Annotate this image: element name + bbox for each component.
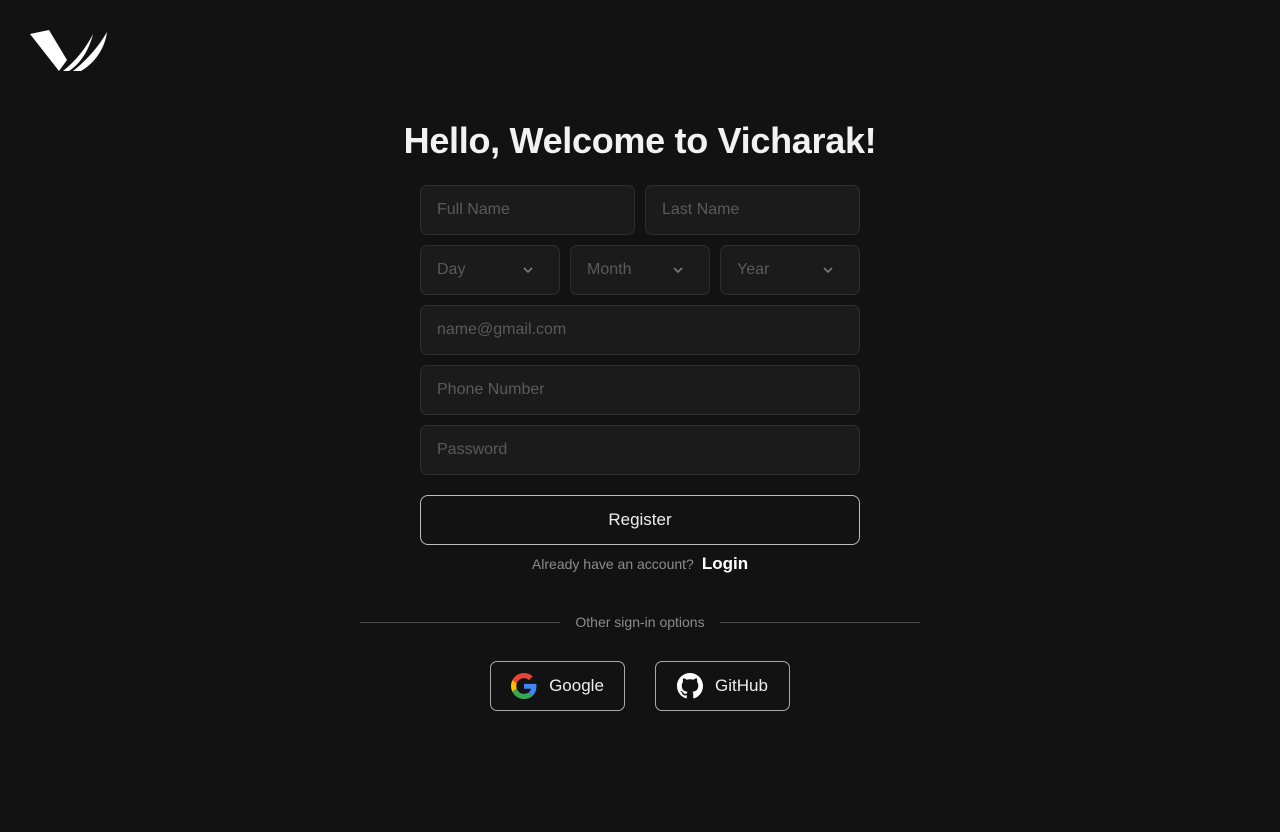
- login-prompt: Already have an account? Login: [0, 554, 1280, 574]
- github-icon: [677, 673, 704, 699]
- register-button[interactable]: Register: [420, 495, 860, 545]
- page-title: Hello, Welcome to Vicharak!: [403, 120, 877, 161]
- month-select-label: Month: [587, 261, 632, 278]
- email-field[interactable]: [420, 305, 860, 355]
- full-name-input[interactable]: [437, 186, 634, 234]
- login-prompt-text: Already have an account?: [531, 556, 694, 572]
- year-select-label: Year: [737, 261, 770, 278]
- divider-right: [720, 622, 920, 623]
- google-signin-button[interactable]: Google: [490, 661, 625, 711]
- password-field[interactable]: [420, 425, 860, 475]
- year-select[interactable]: Year: [720, 245, 860, 295]
- last-name-input[interactable]: [662, 186, 859, 234]
- vicharak-logo-icon[interactable]: [29, 30, 109, 72]
- phone-input[interactable]: [437, 366, 859, 414]
- other-signin-label: Other sign-in options: [575, 614, 705, 630]
- divider-left: [360, 622, 560, 623]
- last-name-field[interactable]: [645, 185, 860, 235]
- phone-field[interactable]: [420, 365, 860, 415]
- github-label: GitHub: [715, 676, 768, 695]
- password-input[interactable]: [437, 426, 859, 474]
- register-page: Hello, Welcome to Vicharak! Day Month Ye…: [0, 0, 1280, 832]
- google-label: Google: [549, 676, 604, 695]
- login-link[interactable]: Login: [702, 554, 748, 573]
- google-icon: [511, 673, 537, 699]
- email-input[interactable]: [437, 306, 859, 354]
- full-name-field[interactable]: [420, 185, 635, 235]
- github-signin-button[interactable]: GitHub: [655, 661, 790, 711]
- day-select-label: Day: [437, 261, 466, 278]
- month-select[interactable]: Month: [570, 245, 710, 295]
- day-select[interactable]: Day: [420, 245, 560, 295]
- chevron-down-icon: [673, 267, 683, 274]
- chevron-down-icon: [523, 267, 533, 274]
- chevron-down-icon: [823, 267, 833, 274]
